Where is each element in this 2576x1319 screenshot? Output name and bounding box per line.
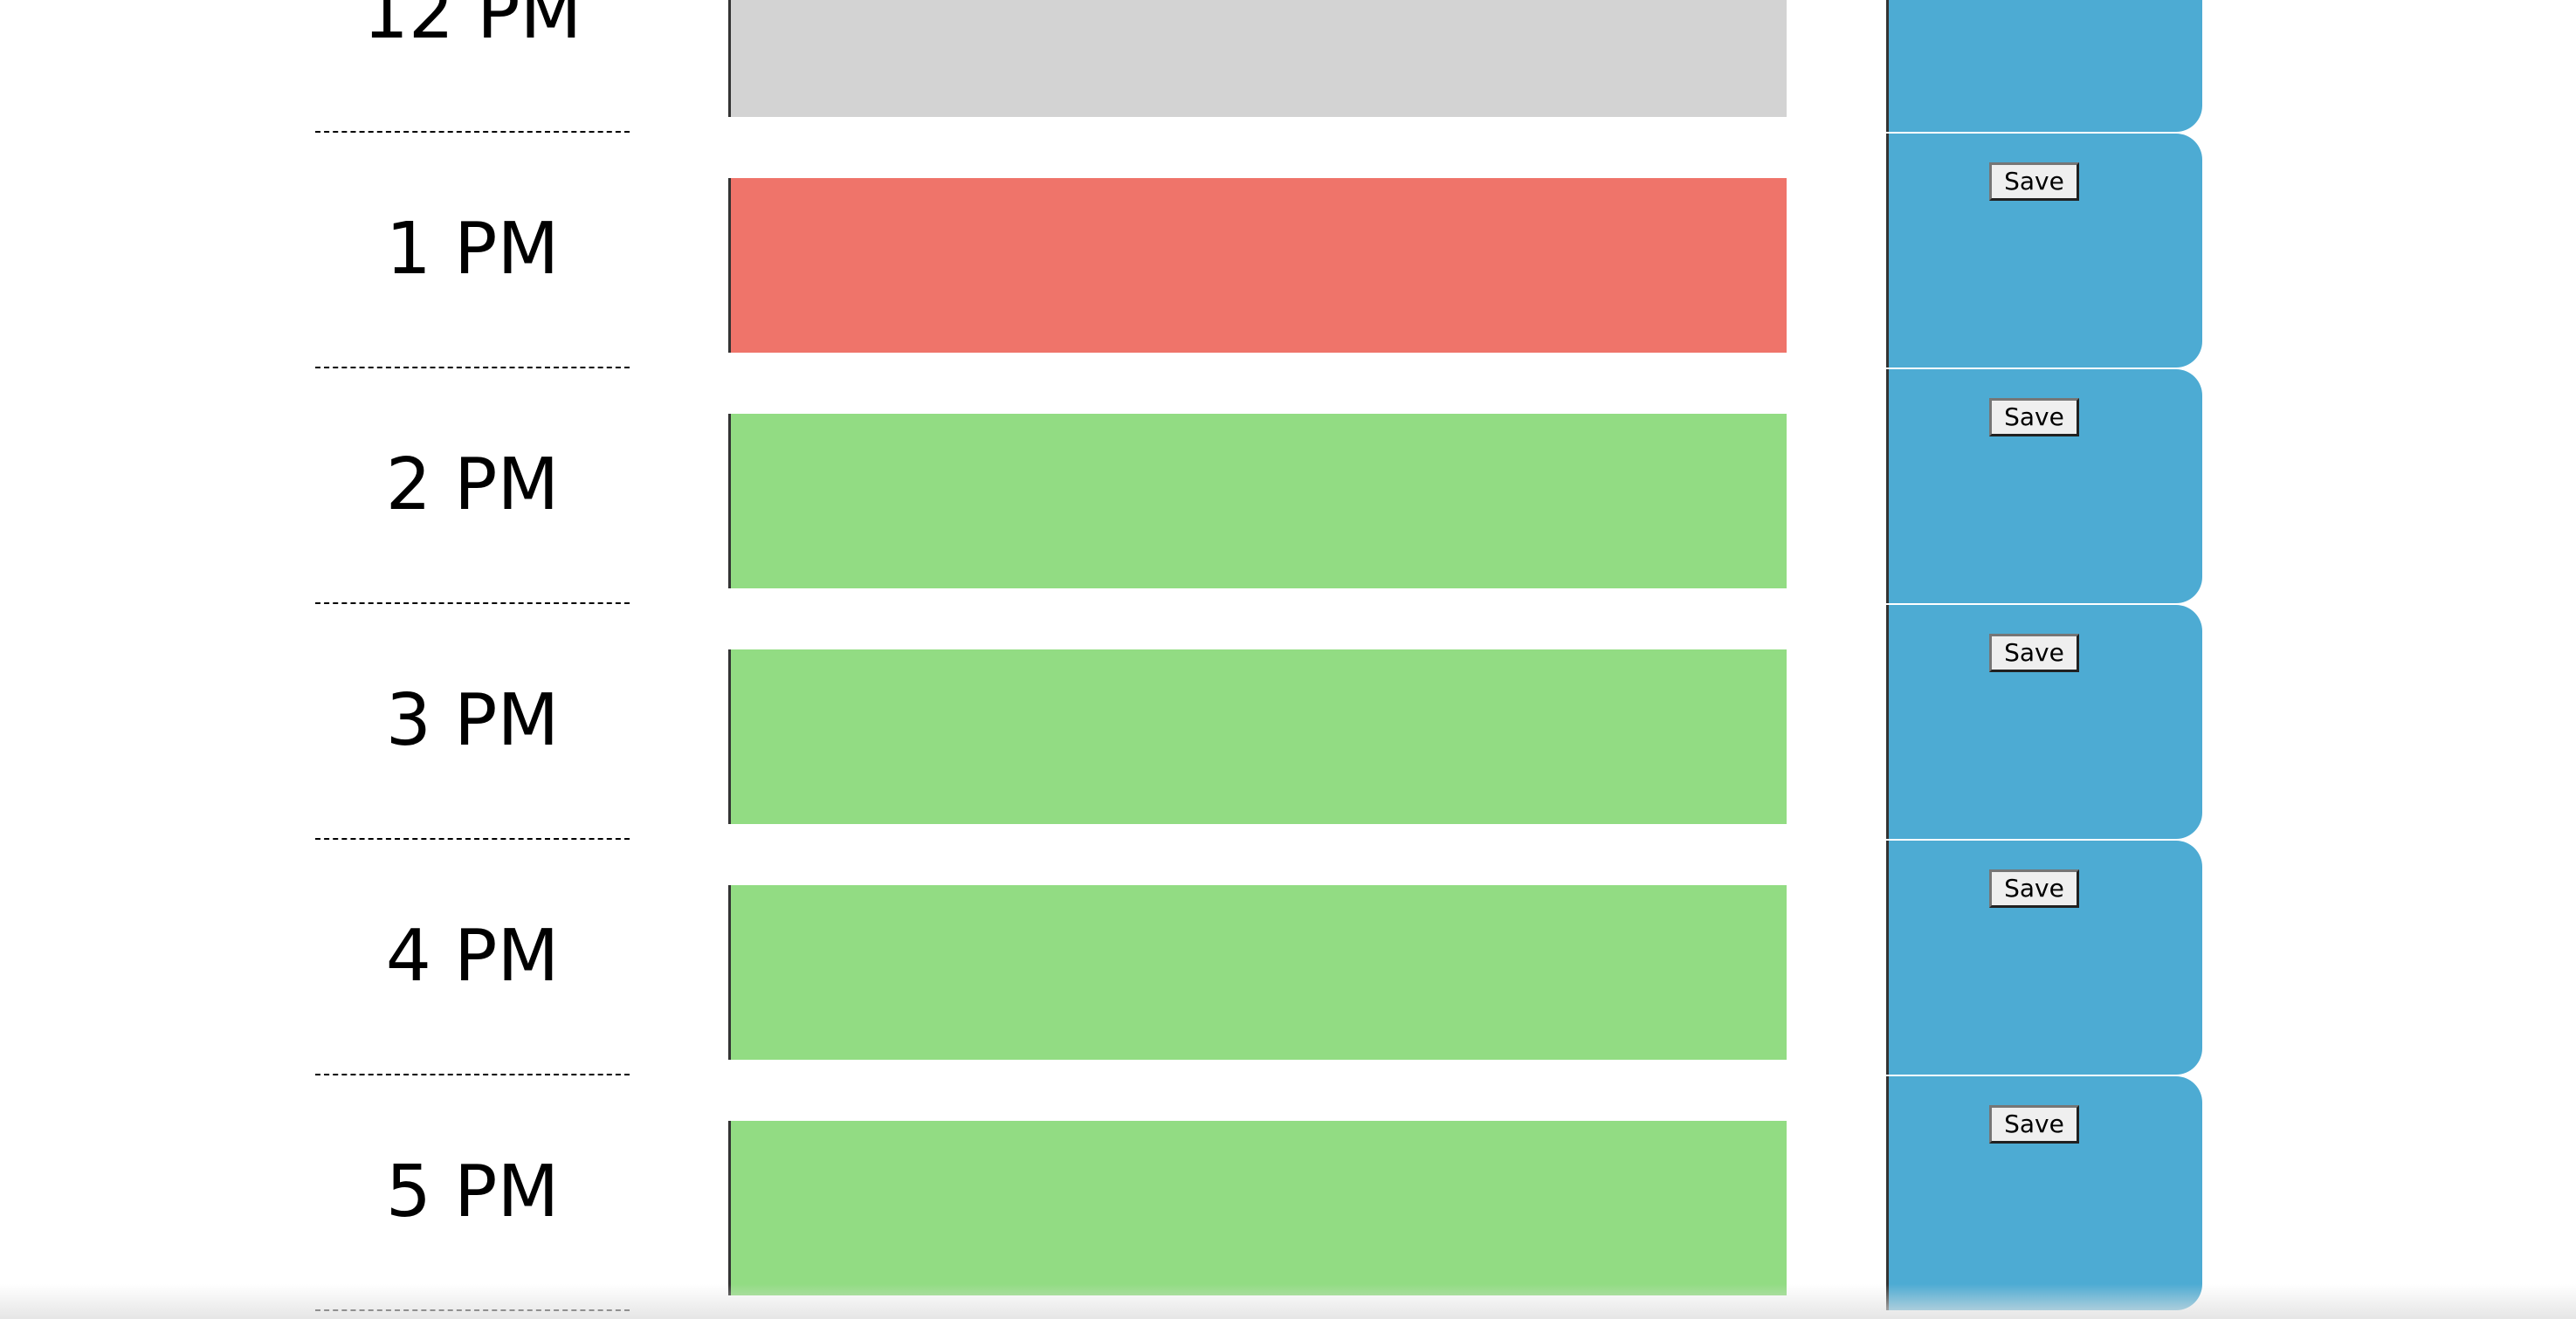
hour-label-text: 2 PM bbox=[385, 443, 560, 526]
save-column: Save bbox=[1886, 369, 2202, 603]
hour-label: 3 PM bbox=[315, 604, 630, 840]
event-description-input-future[interactable] bbox=[728, 885, 1787, 1060]
hour-label-text: 1 PM bbox=[385, 208, 560, 291]
time-block-row: 3 PM Save bbox=[0, 604, 2576, 840]
hour-label: 4 PM bbox=[315, 840, 630, 1075]
save-button[interactable]: Save bbox=[1989, 1105, 2079, 1144]
time-block-row: 1 PM Save bbox=[0, 133, 2576, 368]
event-description-input-past[interactable] bbox=[728, 0, 1787, 117]
event-description-input-future[interactable] bbox=[728, 414, 1787, 588]
hour-label: 1 PM bbox=[315, 133, 630, 368]
hour-label-text: 4 PM bbox=[385, 915, 560, 998]
save-column: Save bbox=[1886, 605, 2202, 839]
save-column: Save bbox=[1886, 0, 2202, 132]
time-block-row: 5 PM Save bbox=[0, 1075, 2576, 1311]
hour-label-text: 5 PM bbox=[385, 1151, 560, 1233]
schedule-container: 12 PM Save 1 PM Save 2 PM Save bbox=[0, 0, 2576, 1311]
time-block-row: 12 PM Save bbox=[0, 0, 2576, 133]
save-button[interactable]: Save bbox=[1989, 162, 2079, 201]
hour-label-text: 12 PM bbox=[362, 0, 582, 55]
hour-label-text: 3 PM bbox=[385, 679, 560, 762]
hour-label: 5 PM bbox=[315, 1075, 630, 1311]
save-button[interactable]: Save bbox=[1989, 634, 2079, 672]
hour-label: 2 PM bbox=[315, 368, 630, 604]
time-block-row: 2 PM Save bbox=[0, 368, 2576, 604]
save-column: Save bbox=[1886, 134, 2202, 368]
save-column: Save bbox=[1886, 1076, 2202, 1310]
hour-label: 12 PM bbox=[315, 0, 630, 133]
save-button[interactable]: Save bbox=[1989, 869, 2079, 908]
save-column: Save bbox=[1886, 841, 2202, 1075]
save-button[interactable]: Save bbox=[1989, 398, 2079, 436]
event-description-input-future[interactable] bbox=[728, 649, 1787, 824]
time-block-row: 4 PM Save bbox=[0, 840, 2576, 1075]
event-description-input-future[interactable] bbox=[728, 1121, 1787, 1295]
event-description-input-present[interactable] bbox=[728, 178, 1787, 353]
